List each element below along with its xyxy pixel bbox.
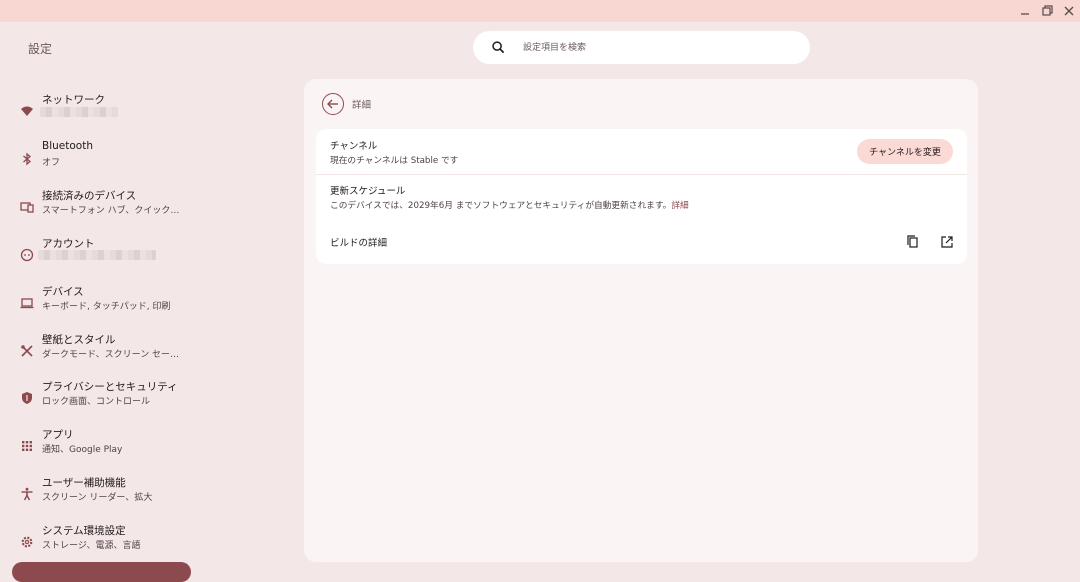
build-details-title: ビルドの詳細 <box>330 238 388 249</box>
sidebar-item-accessibility[interactable]: ユーザー補助機能 スクリーン リーダー、拡大 <box>0 473 196 517</box>
sidebar-item-label: アプリ <box>42 429 74 441</box>
apps-grid-icon <box>22 441 32 451</box>
sidebar-item-privacy-security[interactable]: プライバシーとセキュリティ ロック画面、コントロール <box>0 377 196 421</box>
sidebar-item-sublabel: ダークモード、スクリーン セー… <box>42 350 180 360</box>
app-title: 設定 <box>28 42 53 56</box>
connected-devices-icon <box>20 202 34 213</box>
redacted-account-name <box>38 250 156 260</box>
sidebar-item-label: 接続済みのデバイス <box>42 190 137 202</box>
learn-more-link[interactable]: 詳細 <box>671 201 688 211</box>
page-title: 詳細 <box>352 100 372 111</box>
sidebar-item-network[interactable]: ネットワーク <box>0 90 196 134</box>
search-box[interactable] <box>473 31 810 64</box>
back-button[interactable] <box>322 93 344 115</box>
divider <box>316 174 967 175</box>
open-in-new-icon[interactable] <box>939 234 955 250</box>
sidebar-item-sublabel: ストレージ、電源、言語 <box>42 541 141 551</box>
minimize-icon[interactable] <box>1018 5 1032 17</box>
sidebar-item-bluetooth[interactable]: Bluetooth オフ <box>0 138 196 182</box>
shield-icon <box>22 392 32 404</box>
sidebar-item-system-preferences[interactable]: システム環境設定 ストレージ、電源、言語 <box>0 521 196 565</box>
accessibility-icon <box>21 487 33 501</box>
sidebar-item-apps[interactable]: アプリ 通知、Google Play <box>0 425 196 469</box>
sidebar-item-about-chromeos[interactable] <box>12 562 191 582</box>
sidebar-item-sublabel: 通知、Google Play <box>42 445 123 455</box>
sidebar-item-label: ユーザー補助機能 <box>42 477 126 489</box>
sidebar-item-device[interactable]: デバイス キーボード, タッチパッド, 印刷 <box>0 282 196 326</box>
sidebar-item-sublabel: キーボード, タッチパッド, 印刷 <box>42 302 171 312</box>
update-schedule-subtitle: このデバイスでは、2029年6月 までソフトウェアとセキュリティが自動更新されま… <box>330 198 689 211</box>
account-icon <box>20 248 34 262</box>
sidebar-item-wallpaper-style[interactable]: 壁紙とスタイル ダークモード、スクリーン セー… <box>0 330 196 374</box>
search-input[interactable] <box>521 38 795 58</box>
sidebar-item-sublabel: スクリーン リーダー、拡大 <box>42 493 153 503</box>
sidebar-item-label: システム環境設定 <box>42 525 126 537</box>
update-schedule-title: 更新スケジュール <box>330 186 406 197</box>
sidebar-item-label: プライバシーとセキュリティ <box>42 381 178 393</box>
change-channel-button[interactable]: チャンネルを変更 <box>857 139 953 164</box>
update-schedule-text: このデバイスでは、2029年6月 までソフトウェアとセキュリティが自動更新されま… <box>330 201 672 211</box>
sidebar-item-connected-devices[interactable]: 接続済みのデバイス スマートフォン ハブ、クイック… <box>0 186 196 230</box>
sidebar-item-label: アカウント <box>42 238 95 250</box>
sidebar-item-sublabel: オフ <box>42 158 61 168</box>
restore-icon[interactable] <box>1040 5 1054 17</box>
search-icon <box>492 41 505 54</box>
sidebar-item-label: 壁紙とスタイル <box>42 334 116 346</box>
redacted-network-name <box>40 107 118 117</box>
wifi-icon <box>21 106 33 116</box>
sidebar-item-sublabel: ロック画面、コントロール <box>42 397 151 407</box>
close-icon[interactable] <box>1062 5 1076 17</box>
details-card: チャンネル 現在のチャンネルは Stable です チャンネルを変更 更新スケジ… <box>316 129 967 264</box>
title-bar <box>0 0 1080 22</box>
channel-title: チャンネル <box>330 141 378 152</box>
sidebar-item-account[interactable]: アカウント <box>0 234 196 278</box>
laptop-icon <box>20 298 34 309</box>
sidebar-item-sublabel: スマートフォン ハブ、クイック… <box>42 206 180 216</box>
sidebar-item-label: デバイス <box>42 286 84 298</box>
palette-icon <box>21 345 33 357</box>
arrow-back-icon <box>327 99 338 109</box>
sidebar-item-label: Bluetooth <box>42 140 93 152</box>
sidebar-item-label: ネットワーク <box>42 94 105 106</box>
copy-icon[interactable] <box>905 234 921 250</box>
channel-subtitle: 現在のチャンネルは Stable です <box>330 156 459 166</box>
main-panel: 詳細 チャンネル 現在のチャンネルは Stable です チャンネルを変更 更新… <box>304 79 978 562</box>
bluetooth-icon <box>23 152 32 166</box>
gear-icon <box>21 536 33 548</box>
